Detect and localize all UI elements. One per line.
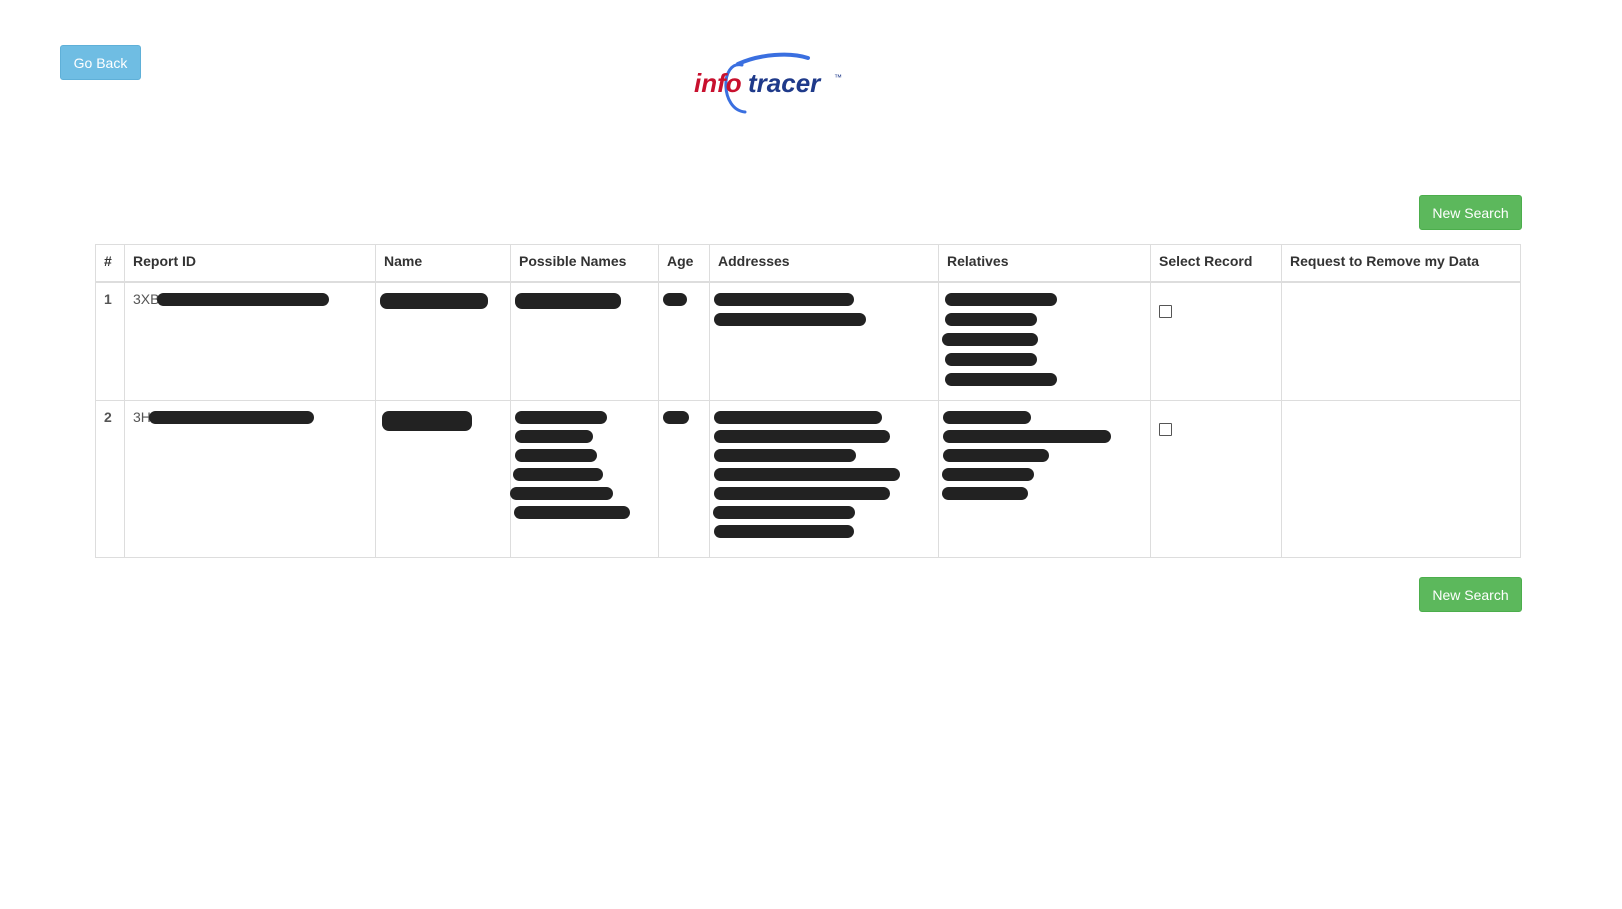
- redaction-bar: [943, 430, 1111, 443]
- redaction-bar: [514, 506, 630, 519]
- redaction-bar: [714, 449, 856, 462]
- report-id-prefix: 3XB: [133, 291, 160, 307]
- redaction-bar: [714, 293, 854, 306]
- logo-info-text: info: [694, 68, 742, 98]
- report-id-cell: 3H: [124, 400, 376, 558]
- remove-data-cell: [1281, 281, 1521, 401]
- redaction-bar: [713, 506, 855, 519]
- col-header-relatives: Relatives: [938, 244, 1151, 283]
- col-header-name: Name: [375, 244, 511, 283]
- logo-tracer-text: tracer: [748, 68, 822, 98]
- select-record-checkbox[interactable]: [1159, 305, 1172, 318]
- redaction-bar: [714, 313, 866, 326]
- select-record-cell: [1150, 281, 1282, 401]
- redaction-bar: [945, 313, 1037, 326]
- redaction-bar: [942, 487, 1028, 500]
- report-id-cell: 3XB: [124, 281, 376, 401]
- age-cell: [658, 400, 710, 558]
- results-table: # Report ID Name Possible Names Age Addr…: [95, 244, 1521, 558]
- redaction-bar: [714, 525, 854, 538]
- go-back-button[interactable]: Go Back: [60, 45, 141, 80]
- row-number: 2: [95, 400, 125, 558]
- addresses-cell: [709, 281, 939, 401]
- redaction-bar: [515, 293, 621, 309]
- addresses-cell: [709, 400, 939, 558]
- redaction-bar: [714, 487, 890, 500]
- new-search-button-top[interactable]: New Search: [1419, 195, 1522, 230]
- col-header-report-id: Report ID: [124, 244, 376, 283]
- redaction-bar: [714, 468, 900, 481]
- redaction-bar: [945, 293, 1057, 306]
- redaction-bar: [942, 468, 1034, 481]
- redaction-bar: [663, 293, 687, 306]
- name-cell: [375, 281, 511, 401]
- possible-names-cell: [510, 281, 659, 401]
- table-row: 2 3H: [95, 400, 1521, 558]
- table-header-row: # Report ID Name Possible Names Age Addr…: [95, 244, 1521, 283]
- select-record-checkbox[interactable]: [1159, 423, 1172, 436]
- redaction-bar: [382, 411, 472, 431]
- col-header-select-record: Select Record: [1150, 244, 1282, 283]
- redaction-bar: [515, 430, 593, 443]
- logo-trademark: ™: [834, 73, 842, 82]
- possible-names-cell: [510, 400, 659, 558]
- relatives-cell: [938, 281, 1151, 401]
- col-header-possible-names: Possible Names: [510, 244, 659, 283]
- redaction-bar: [714, 430, 890, 443]
- row-number: 1: [95, 281, 125, 401]
- redaction-bar: [510, 487, 613, 500]
- redaction-bar: [945, 373, 1057, 386]
- relatives-cell: [938, 400, 1151, 558]
- redaction-bar: [945, 353, 1037, 366]
- remove-data-cell: [1281, 400, 1521, 558]
- table-row: 1 3XB: [95, 281, 1521, 401]
- redaction-bar: [515, 411, 607, 424]
- redaction-bar: [157, 292, 330, 306]
- redaction-bar: [663, 411, 689, 424]
- new-search-button-bottom[interactable]: New Search: [1419, 577, 1522, 612]
- redaction-bar: [515, 449, 597, 462]
- redaction-bar: [513, 468, 603, 481]
- redaction-bar: [380, 293, 488, 309]
- col-header-remove-data: Request to Remove my Data: [1281, 244, 1521, 283]
- redaction-bar: [943, 449, 1049, 462]
- name-cell: [375, 400, 511, 558]
- select-record-cell: [1150, 400, 1282, 558]
- redaction-bar: [714, 411, 882, 424]
- age-cell: [658, 281, 710, 401]
- infotracer-logo: info tracer ™: [694, 52, 842, 114]
- redaction-bar: [943, 411, 1031, 424]
- redaction-bar: [942, 333, 1038, 346]
- col-header-addresses: Addresses: [709, 244, 939, 283]
- col-header-number: #: [95, 244, 125, 283]
- redaction-bar: [148, 410, 314, 424]
- col-header-age: Age: [658, 244, 710, 283]
